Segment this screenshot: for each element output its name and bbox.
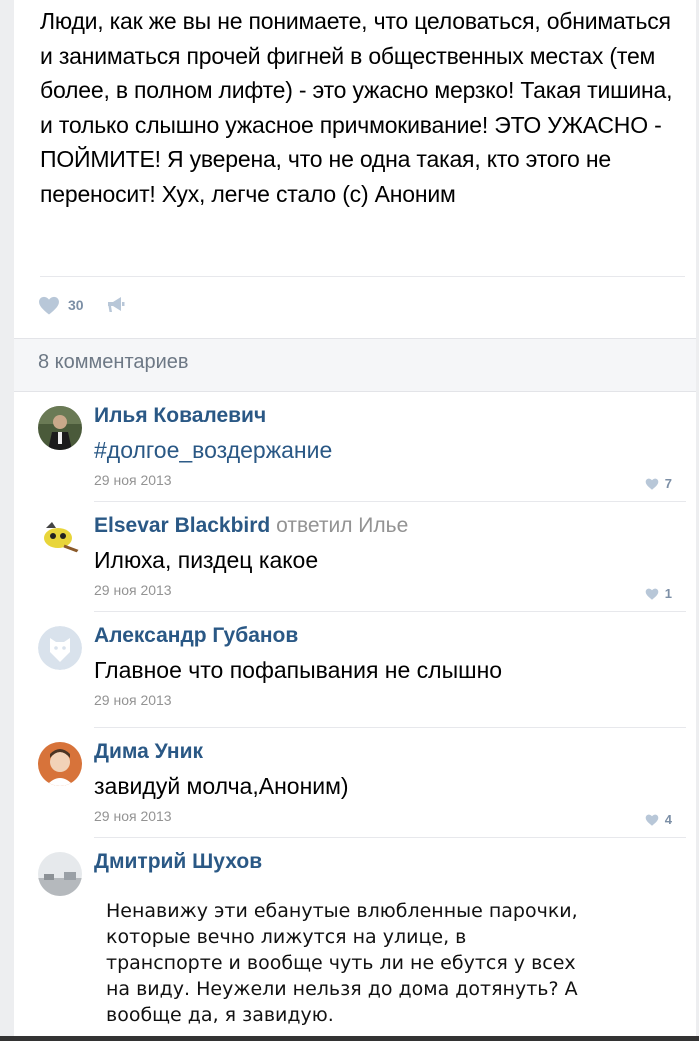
- heart-icon: [645, 478, 659, 490]
- comment-text: Главное что пофапывания не слышно: [94, 657, 503, 683]
- comment-hashtag[interactable]: #долгое_воздержание: [94, 437, 332, 464]
- comment-like-count: 7: [664, 476, 672, 491]
- avatar[interactable]: [38, 516, 82, 560]
- post-divider: [40, 276, 685, 277]
- heart-icon: [645, 814, 659, 826]
- comment-reply-to[interactable]: ответил Илье: [276, 514, 408, 537]
- comment-text: Илюха, пиздец какое: [94, 547, 319, 573]
- comment-like-button[interactable]: 1: [645, 586, 672, 601]
- comment-author[interactable]: Дмитрий Шухов: [94, 850, 262, 874]
- like-button[interactable]: 30: [38, 296, 84, 315]
- comment-date[interactable]: 29 ноя 2013: [94, 582, 172, 598]
- comment-author-name[interactable]: Elsevar Blackbird: [94, 514, 270, 537]
- heart-icon: [39, 296, 59, 315]
- post-card: Люди, как же вы не понимаете, что целова…: [14, 0, 696, 340]
- heart-icon: [645, 588, 659, 600]
- comment-item: Дима Уник завидуй молча,Аноним) 29 ноя 2…: [14, 728, 696, 838]
- like-count: 30: [68, 297, 84, 313]
- attached-image-text[interactable]: Ненавижу эти ебанутые влюбленные парочки…: [106, 898, 586, 1028]
- post-actions: 30: [38, 292, 126, 318]
- comment-item: Elsevar Blackbird ответил Илье Илюха, пи…: [14, 502, 696, 612]
- comment-like-count: 1: [664, 586, 672, 601]
- comment-author[interactable]: Elsevar Blackbird ответил Илье: [94, 514, 408, 538]
- post-text: Люди, как же вы не понимаете, что целова…: [40, 8, 673, 207]
- comment-author[interactable]: Дима Уник: [94, 740, 203, 764]
- left-frame: [0, 0, 14, 1041]
- avatar[interactable]: [38, 742, 82, 786]
- comment-like-count: 4: [664, 812, 672, 827]
- avatar[interactable]: [38, 626, 82, 670]
- avatar[interactable]: [38, 852, 82, 896]
- comment-date[interactable]: 29 ноя 2013: [94, 692, 172, 708]
- comment-author[interactable]: Илья Ковалевич: [94, 404, 266, 428]
- comment-like-button[interactable]: 4: [645, 812, 672, 827]
- comment-author[interactable]: Александр Губанов: [94, 624, 298, 648]
- share-button[interactable]: [106, 296, 126, 314]
- bottom-bar: [0, 1036, 699, 1041]
- avatar[interactable]: [38, 406, 82, 450]
- comment-item: Александр Губанов Главное что пофапывани…: [14, 612, 696, 728]
- megaphone-icon: [107, 297, 125, 312]
- comment-date[interactable]: 29 ноя 2013: [94, 472, 172, 488]
- comments-count: 8 комментариев: [38, 351, 189, 373]
- comments-header-bar: 8 комментариев: [14, 338, 696, 392]
- comment-text: завидуй молча,Аноним): [94, 773, 349, 799]
- comment-date[interactable]: 29 ноя 2013: [94, 808, 172, 824]
- comment-like-button[interactable]: 7: [645, 476, 672, 491]
- comment-item: Илья Ковалевич #долгое_воздержание 29 но…: [14, 392, 696, 502]
